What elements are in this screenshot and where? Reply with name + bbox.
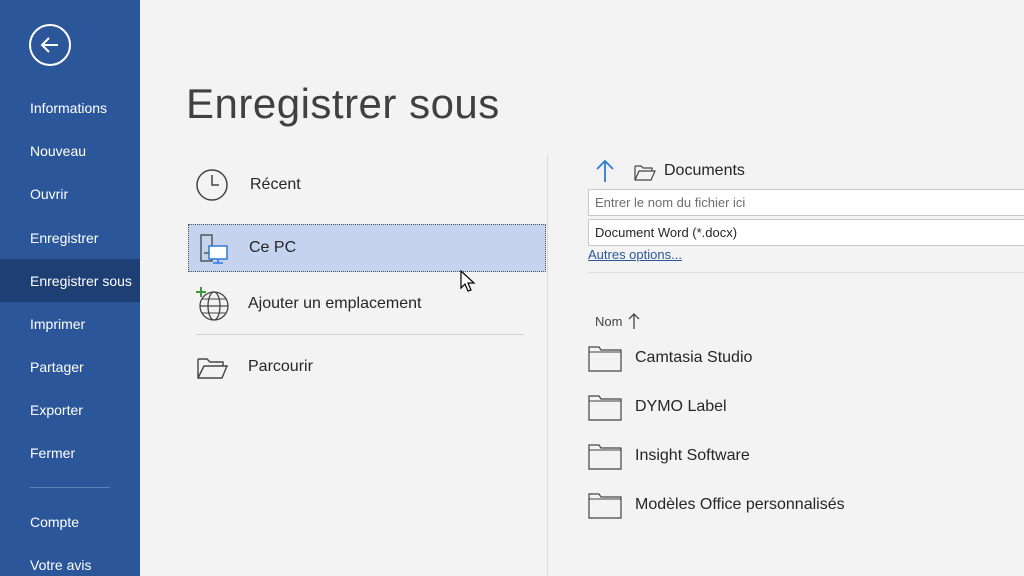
column-header-label: Nom bbox=[595, 313, 623, 329]
sidebar-divider bbox=[30, 487, 110, 488]
more-options-link[interactable]: Autres options... bbox=[588, 247, 682, 262]
nav-ouvrir[interactable]: Ouvrir bbox=[0, 174, 140, 214]
location-label: Ajouter un emplacement bbox=[248, 295, 422, 312]
location-label: Ce PC bbox=[249, 239, 297, 256]
page-title: Enregistrer sous bbox=[186, 80, 500, 127]
folder-row[interactable]: DYMO Label bbox=[588, 389, 1018, 425]
up-folder-icon[interactable] bbox=[594, 158, 616, 184]
nav-partager[interactable]: Partager bbox=[0, 347, 140, 387]
back-button[interactable] bbox=[29, 24, 71, 66]
folder-icon bbox=[588, 395, 622, 421]
nav-exporter[interactable]: Exporter bbox=[0, 390, 140, 430]
filename-input[interactable] bbox=[588, 189, 1024, 216]
sort-ascending-icon bbox=[628, 313, 640, 329]
globe-add-icon bbox=[196, 287, 229, 321]
nav-fermer[interactable]: Fermer bbox=[0, 433, 140, 473]
clock-icon bbox=[196, 169, 228, 201]
folder-open-icon bbox=[197, 358, 229, 379]
folder-row[interactable]: Modèles Office personnalisés bbox=[588, 487, 1018, 523]
computer-icon bbox=[200, 234, 228, 264]
location-parcourir[interactable]: Parcourir bbox=[188, 343, 546, 391]
back-arrow-icon bbox=[40, 37, 58, 53]
location-label: Parcourir bbox=[248, 358, 313, 375]
panel-divider bbox=[547, 155, 548, 576]
current-folder-label[interactable]: Documents bbox=[664, 162, 745, 180]
folder-name: Camtasia Studio bbox=[635, 349, 753, 366]
location-label: Récent bbox=[250, 176, 301, 193]
nav-informations[interactable]: Informations bbox=[0, 88, 140, 128]
section-divider bbox=[588, 272, 1024, 273]
folder-row[interactable]: Camtasia Studio bbox=[588, 340, 1018, 376]
folder-icon bbox=[588, 493, 622, 519]
nav-compte[interactable]: Compte bbox=[0, 502, 140, 542]
nav-enregistrer-sous[interactable]: Enregistrer sous bbox=[0, 259, 140, 302]
name-column-header[interactable]: Nom bbox=[595, 312, 640, 330]
folder-icon bbox=[588, 444, 622, 470]
location-add-place[interactable]: Ajouter un emplacement bbox=[188, 280, 546, 328]
folder-name: Insight Software bbox=[635, 447, 750, 464]
nav-imprimer[interactable]: Imprimer bbox=[0, 304, 140, 344]
folder-name: Modèles Office personnalisés bbox=[635, 496, 845, 513]
backstage-sidebar: Informations Nouveau Ouvrir Enregistrer … bbox=[0, 0, 140, 576]
location-recent[interactable]: Récent bbox=[188, 161, 546, 209]
locations-divider bbox=[196, 334, 524, 335]
folder-name: DYMO Label bbox=[635, 398, 727, 415]
nav-nouveau[interactable]: Nouveau bbox=[0, 131, 140, 171]
folder-row[interactable]: Insight Software bbox=[588, 438, 1018, 474]
nav-votre-avis[interactable]: Votre avis bbox=[0, 545, 140, 576]
mouse-cursor-icon bbox=[460, 270, 476, 292]
folder-icon bbox=[588, 346, 622, 372]
folder-open-icon bbox=[634, 165, 656, 181]
location-ce-pc[interactable]: Ce PC bbox=[188, 224, 546, 272]
nav-enregistrer[interactable]: Enregistrer bbox=[0, 218, 140, 258]
filetype-select[interactable]: Document Word (*.docx) bbox=[588, 219, 1024, 246]
